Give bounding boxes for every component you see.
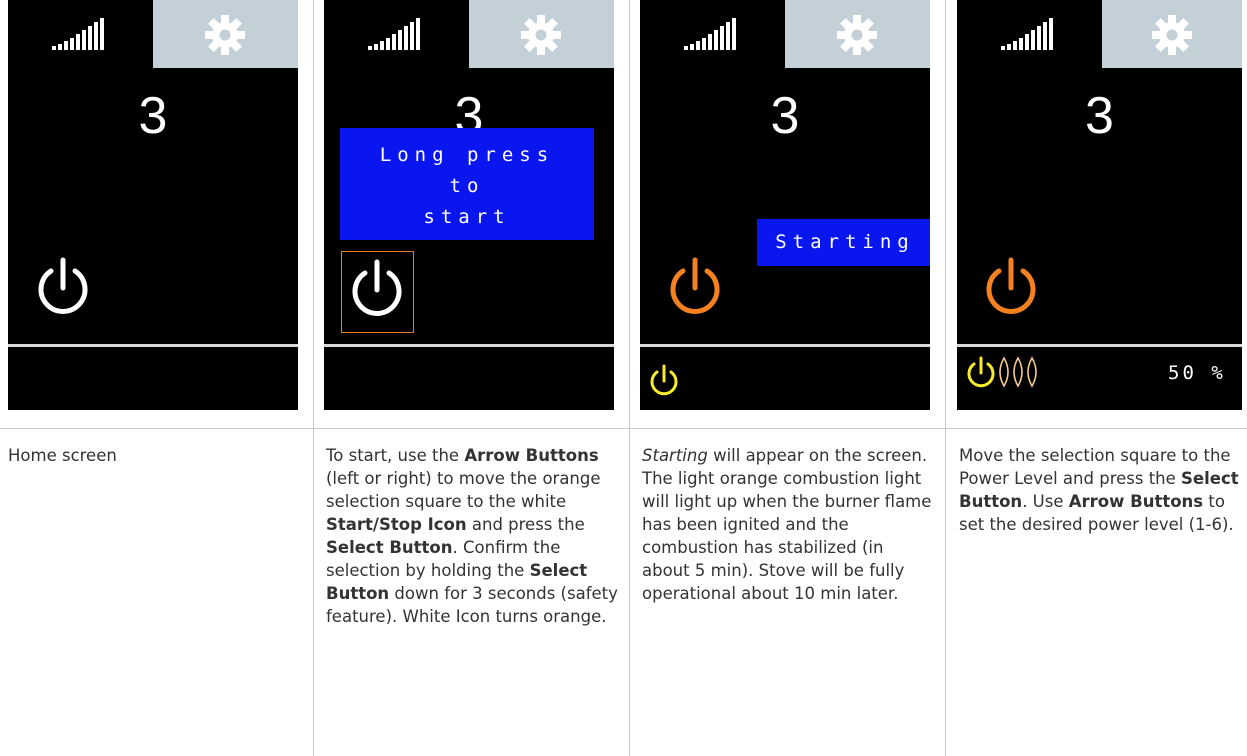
caption-bold-text: Arrow Buttons [1068, 492, 1204, 511]
caption-power-level: Move the selection square to the Power L… [959, 444, 1244, 536]
caption-bold-text: Start/Stop Icon [326, 515, 467, 534]
caption-italic-text: Starting [642, 446, 708, 465]
gear-icon [521, 15, 561, 55]
signal-strength-icon [684, 18, 736, 50]
settings-button[interactable] [1102, 0, 1242, 68]
caption-text: . Use [1022, 492, 1069, 511]
caption-text: Home screen [8, 446, 117, 465]
level-value: 3 [138, 87, 168, 145]
start-stop-icon[interactable] [345, 258, 409, 322]
gear-icon [1152, 15, 1192, 55]
status-power-icon [650, 364, 678, 396]
message-line: Long press [379, 144, 555, 166]
gear-icon [837, 15, 877, 55]
caption-text: To start, use the [326, 446, 465, 465]
signal-strength-icon [1001, 18, 1053, 50]
screen-divider [640, 344, 930, 347]
stove-screen-power-level: 3 50 % [957, 0, 1242, 410]
column-divider-1 [313, 0, 314, 756]
column-power-level: 3 50 % Move the selection square to the … [957, 0, 1247, 756]
settings-button[interactable] [785, 0, 930, 68]
signal-strength-icon [368, 18, 420, 50]
long-press-message: Long press to start [340, 128, 594, 240]
level-value: 3 [770, 87, 800, 145]
caption-start: To start, use the Arrow Buttons (left or… [326, 444, 618, 628]
stove-screen-home: 3 [8, 0, 298, 410]
power-percent[interactable]: 50 % [1168, 362, 1226, 384]
gear-icon [205, 15, 245, 55]
column-start: 3 Long press to start To start, use the … [324, 0, 624, 756]
combustion-flame-icon [999, 356, 1037, 388]
settings-button[interactable] [153, 0, 298, 68]
signal-strength-icon [52, 18, 104, 50]
status-power-icon [967, 356, 995, 388]
message-line: to [449, 175, 485, 197]
stove-screen-starting: 3 Starting [640, 0, 930, 410]
start-stop-icon[interactable] [979, 256, 1043, 320]
column-starting: 3 Starting Starting will appear on the s… [640, 0, 940, 756]
screen-divider [957, 344, 1242, 347]
settings-button[interactable] [469, 0, 614, 68]
caption-text: will appear on the screen. The light ora… [642, 446, 932, 603]
start-stop-icon[interactable] [663, 256, 727, 320]
caption-text: and press the [466, 515, 585, 534]
column-divider-3 [945, 0, 946, 756]
column-divider-2 [629, 0, 630, 756]
caption-home: Home screen [8, 444, 308, 467]
level-value: 3 [1085, 87, 1114, 145]
caption-bold-text: Arrow Buttons [464, 446, 599, 465]
screen-divider [324, 344, 614, 347]
message-line: start [423, 206, 511, 228]
caption-text: (left or right) to move the orange selec… [326, 469, 601, 511]
starting-message: Starting [757, 219, 930, 266]
stove-screen-long-press: 3 Long press to start [324, 0, 614, 410]
caption-bold-text: Select Button [326, 538, 453, 557]
caption-starting: Starting will appear on the screen. The … [642, 444, 936, 605]
column-home: 3 Home screen [8, 0, 308, 756]
screen-divider [8, 344, 298, 347]
start-stop-icon[interactable] [31, 256, 95, 320]
